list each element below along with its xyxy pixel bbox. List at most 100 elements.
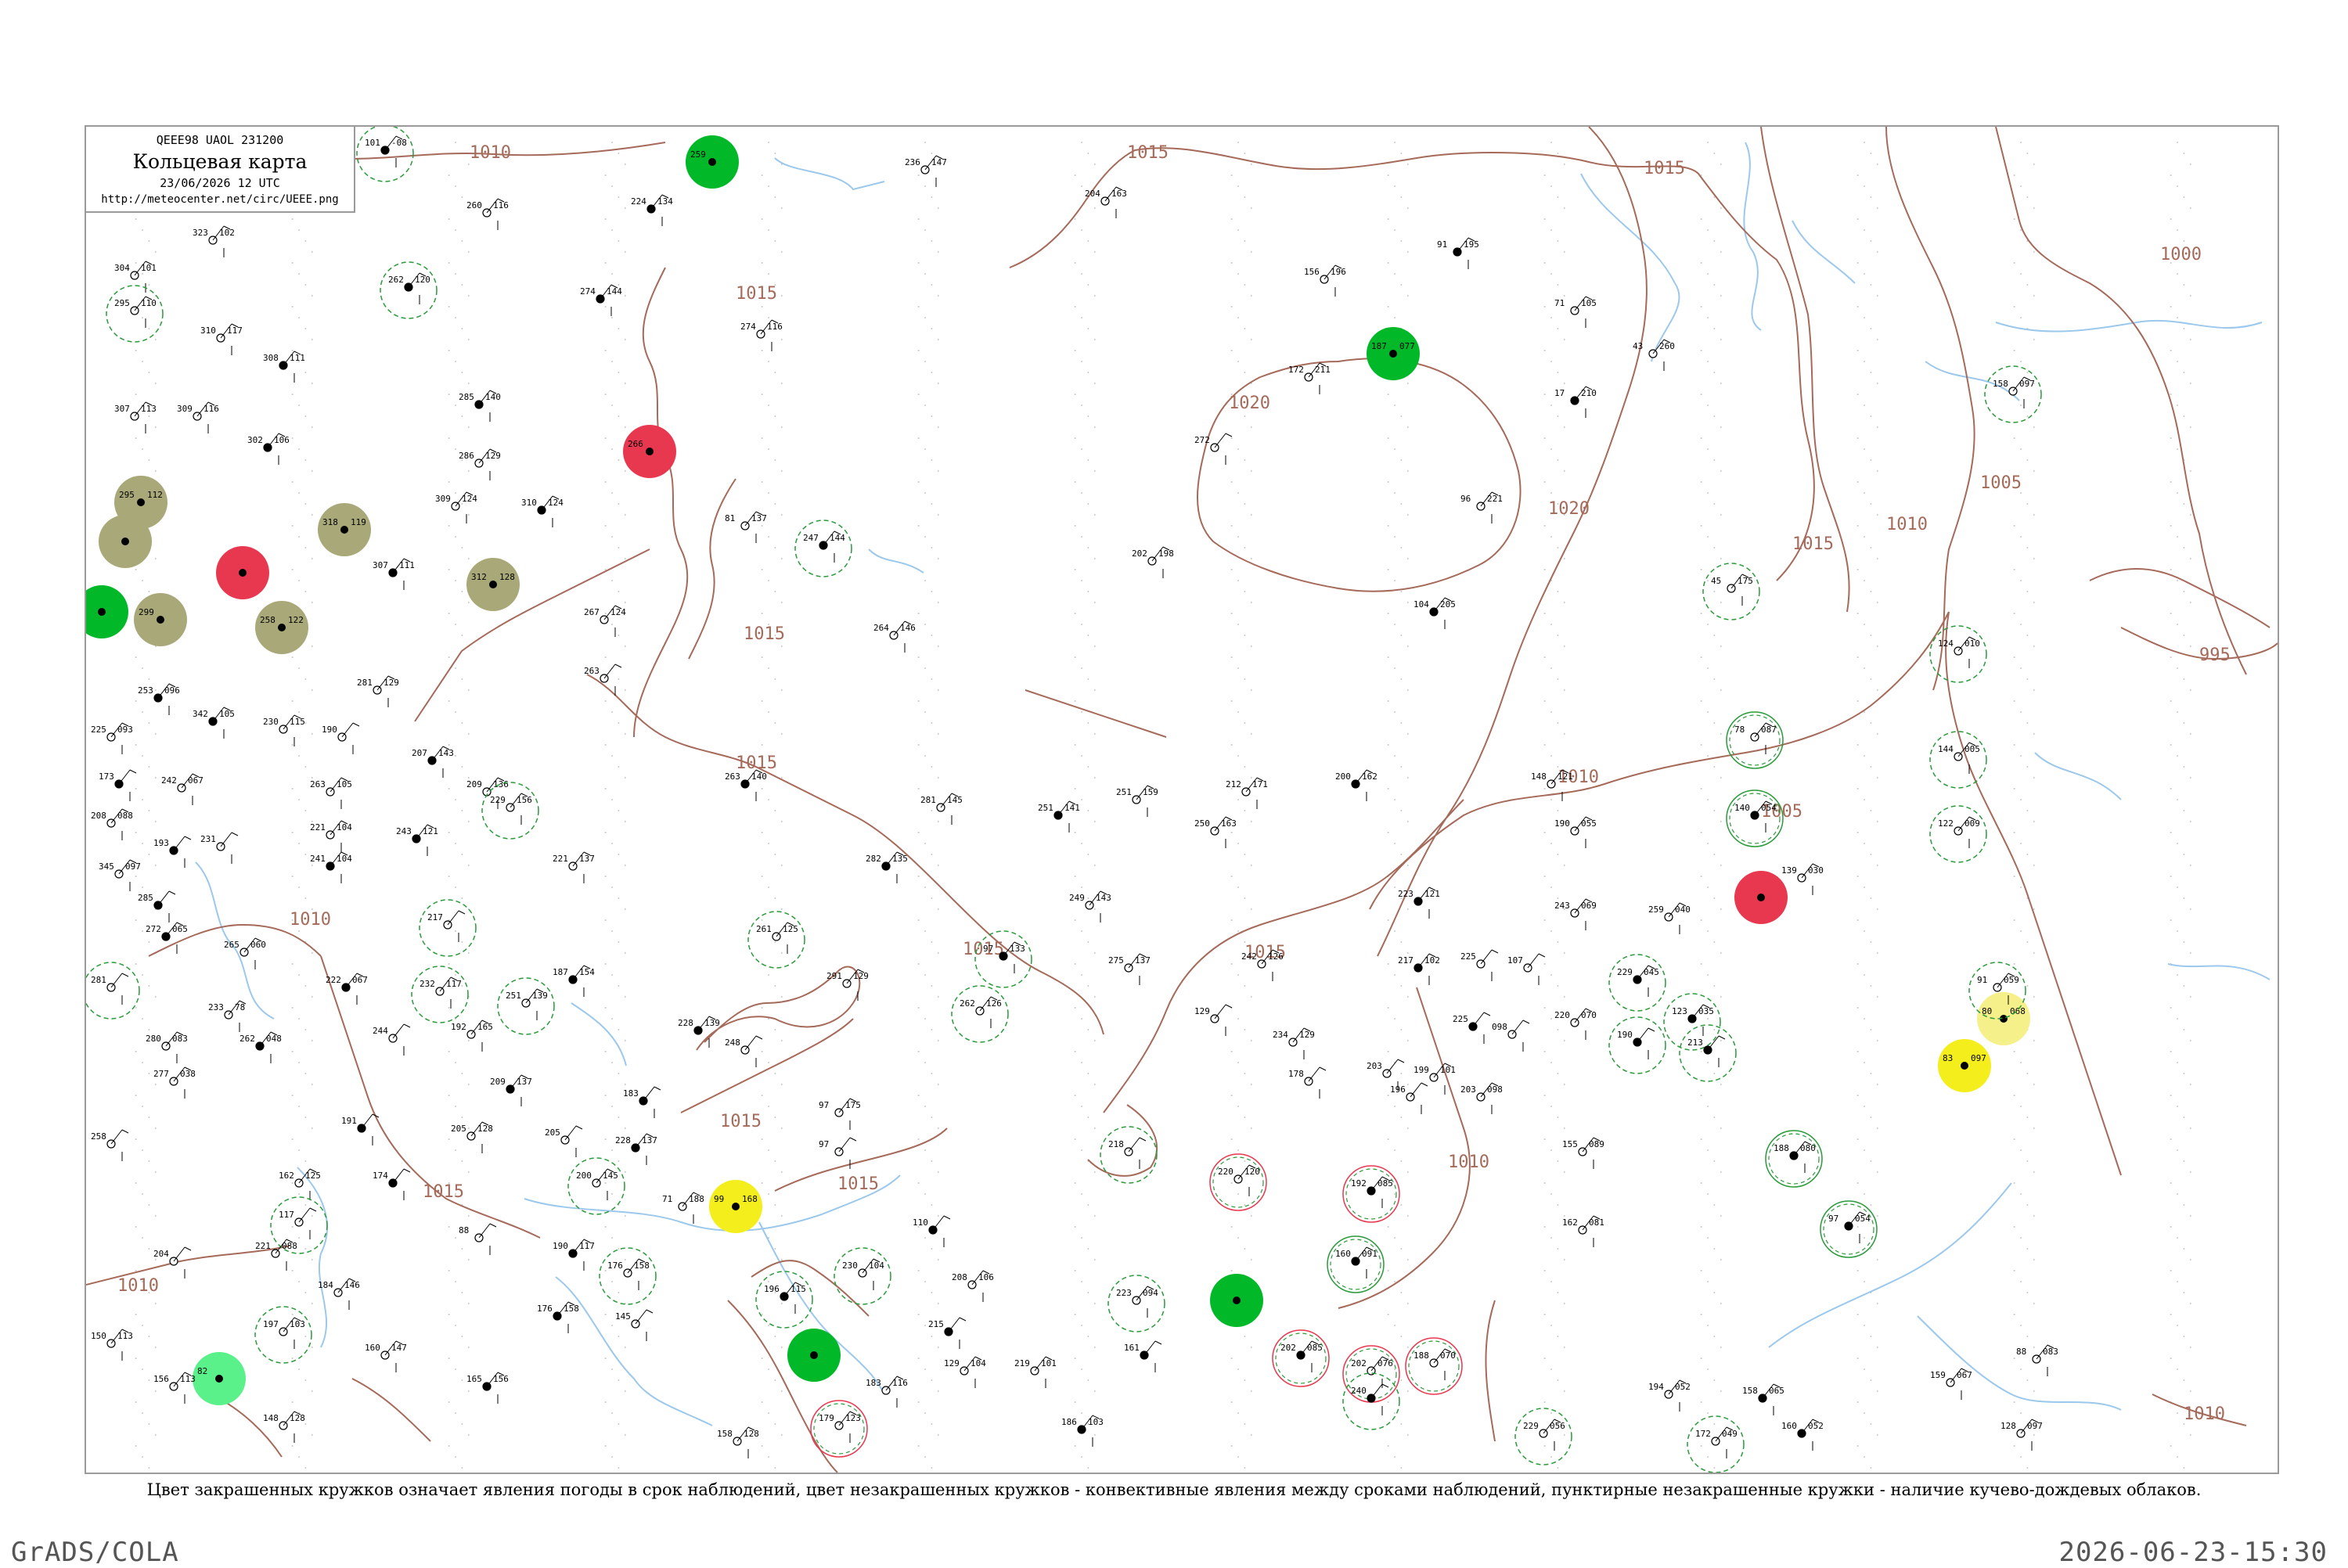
station-plot[interactable]: 277 038 bbox=[153, 1066, 196, 1099]
station-plot[interactable]: 188 080 bbox=[1765, 1130, 1823, 1188]
filled-station-thunder[interactable] bbox=[216, 546, 269, 599]
station-plot[interactable]: 107 bbox=[1507, 953, 1546, 985]
station-plot[interactable]: 218 bbox=[1100, 1126, 1158, 1184]
station-plot[interactable]: 345 097 bbox=[99, 859, 141, 891]
station-plot[interactable]: 275 137 bbox=[1108, 953, 1151, 985]
station-plot[interactable]: 310 124 bbox=[521, 495, 564, 527]
station-plot[interactable]: 259 040 bbox=[1648, 902, 1691, 934]
station-plot[interactable]: 274 144 bbox=[580, 284, 622, 316]
station-plot[interactable]: 225 bbox=[1460, 949, 1499, 981]
station-plot[interactable]: 309 124 bbox=[435, 491, 477, 523]
station-plot[interactable]: 274 116 bbox=[740, 319, 783, 351]
station-plot[interactable]: 251 141 bbox=[1038, 800, 1080, 833]
station-plot[interactable]: 156 113 bbox=[153, 1372, 196, 1404]
station-plot[interactable]: 264 146 bbox=[873, 620, 916, 653]
station-plot[interactable]: 258 bbox=[91, 1129, 129, 1161]
station-plot[interactable]: 232 117 bbox=[411, 966, 469, 1023]
filled-station-rain[interactable] bbox=[86, 585, 128, 638]
station-plot[interactable]: 205 128 bbox=[451, 1121, 493, 1153]
filled-station-thunder[interactable]: 266 bbox=[623, 425, 676, 478]
station-plot[interactable]: 196 115 bbox=[755, 1271, 813, 1329]
station-plot[interactable]: 204 163 bbox=[1085, 186, 1127, 218]
station-plot[interactable]: 262 126 bbox=[951, 985, 1009, 1043]
station-plot[interactable]: 145 bbox=[615, 1309, 654, 1341]
filled-station-drizzle[interactable]: 258 122 bbox=[255, 601, 308, 654]
station-plot[interactable]: 96 221 bbox=[1460, 491, 1503, 523]
station-plot[interactable]: 224 134 bbox=[631, 194, 673, 226]
station-plot[interactable]: 221 137 bbox=[553, 851, 595, 883]
station-plot[interactable]: 155 089 bbox=[1562, 1137, 1604, 1169]
station-plot[interactable]: 220 070 bbox=[1554, 1008, 1597, 1040]
station-plot[interactable]: 209 137 bbox=[490, 1074, 532, 1106]
station-plot[interactable]: 122 009 bbox=[1929, 805, 1987, 863]
station-plot[interactable]: 162 125 bbox=[279, 1168, 321, 1200]
station-plot[interactable]: 228 137 bbox=[615, 1133, 657, 1165]
station-plot[interactable]: 71 105 bbox=[1554, 296, 1597, 328]
station-plot[interactable]: 229 045 bbox=[1608, 954, 1666, 1012]
station-plot[interactable]: 233 78 bbox=[208, 1000, 247, 1032]
station-plot[interactable]: 158 128 bbox=[717, 1426, 759, 1458]
station-plot[interactable]: 291 129 bbox=[826, 969, 869, 1001]
station-plot[interactable]: 88 bbox=[459, 1223, 497, 1255]
station-plot[interactable]: 308 111 bbox=[263, 351, 305, 383]
station-plot[interactable]: 117 bbox=[270, 1196, 328, 1254]
station-plot[interactable]: 190 bbox=[1608, 1016, 1666, 1074]
filled-station-thunder[interactable] bbox=[1734, 871, 1788, 924]
map-url[interactable]: http://meteocenter.net/circ/UEEE.png bbox=[86, 193, 354, 206]
station-plot[interactable]: 220 120 bbox=[1209, 1153, 1267, 1211]
station-plot[interactable]: 250 163 bbox=[1194, 816, 1237, 848]
station-plot[interactable]: 247 144 bbox=[794, 520, 852, 577]
station-plot[interactable]: 213 bbox=[1679, 1024, 1737, 1082]
station-plot[interactable]: 183 116 bbox=[866, 1376, 908, 1408]
station-plot[interactable]: 243 069 bbox=[1554, 898, 1597, 930]
station-plot[interactable]: 200 162 bbox=[1335, 769, 1377, 801]
station-plot[interactable]: 165 156 bbox=[466, 1372, 509, 1404]
filled-station-rain[interactable]: 259 bbox=[686, 135, 739, 189]
station-plot[interactable]: 192 085 bbox=[1342, 1165, 1400, 1223]
station-plot[interactable]: 310 117 bbox=[200, 323, 243, 355]
station-plot[interactable]: 217 bbox=[419, 899, 477, 957]
station-plot[interactable]: 179 123 bbox=[810, 1400, 868, 1458]
filled-station-fog_yellow[interactable]: 83 097 bbox=[1938, 1039, 1991, 1092]
station-plot[interactable]: 144 005 bbox=[1929, 731, 1987, 789]
station-plot[interactable]: 199 101 bbox=[1413, 1063, 1456, 1095]
station-plot[interactable]: 215 bbox=[928, 1317, 967, 1349]
station-plot[interactable]: 307 113 bbox=[114, 401, 157, 433]
station-plot[interactable]: 281 145 bbox=[920, 793, 963, 825]
station-plot[interactable]: 217 102 bbox=[1398, 953, 1440, 985]
filled-station-shower[interactable]: 82 bbox=[193, 1352, 246, 1405]
station-plot[interactable]: 219 101 bbox=[1014, 1356, 1057, 1388]
station-plot[interactable]: 243 121 bbox=[396, 824, 438, 856]
station-plot[interactable]: 191 bbox=[341, 1113, 380, 1145]
station-plot[interactable]: 323 102 bbox=[193, 225, 235, 257]
station-plot[interactable]: 176 158 bbox=[537, 1301, 579, 1333]
station-plot[interactable]: 158 097 bbox=[1984, 365, 2042, 423]
station-plot[interactable]: 342 105 bbox=[193, 707, 235, 739]
station-plot[interactable]: 203 098 bbox=[1460, 1082, 1503, 1114]
station-plot[interactable]: 161 bbox=[1124, 1340, 1162, 1372]
station-plot[interactable]: 97 175 bbox=[819, 1098, 861, 1130]
station-plot[interactable]: 162 081 bbox=[1562, 1215, 1604, 1247]
station-plot[interactable]: 150 113 bbox=[91, 1329, 133, 1361]
station-plot[interactable]: 221 104 bbox=[310, 820, 352, 852]
station-plot[interactable]: 101 -08 bbox=[356, 127, 414, 182]
station-plot[interactable]: 285 bbox=[138, 890, 176, 922]
station-plot[interactable]: 286 129 bbox=[459, 448, 501, 480]
station-plot[interactable]: 17 210 bbox=[1554, 386, 1597, 418]
station-plot[interactable]: 129 bbox=[1194, 1004, 1233, 1036]
station-plot[interactable]: 225 bbox=[1453, 1012, 1491, 1044]
station-plot[interactable]: 176 158 bbox=[599, 1247, 657, 1305]
filled-station-drizzle[interactable]: 318 119 bbox=[318, 503, 371, 556]
station-plot[interactable]: 265 060 bbox=[224, 937, 266, 969]
station-plot[interactable]: 172 049 bbox=[1687, 1415, 1745, 1473]
station-plot[interactable]: 186 103 bbox=[1061, 1415, 1104, 1447]
station-plot[interactable]: 190 055 bbox=[1554, 816, 1597, 848]
filled-station-rain[interactable] bbox=[787, 1329, 841, 1382]
station-plot[interactable]: 281 bbox=[86, 962, 140, 1020]
filled-station-drizzle[interactable] bbox=[99, 515, 152, 568]
station-plot[interactable]: 78 087 bbox=[1726, 711, 1784, 769]
station-plot[interactable]: 88 083 bbox=[2016, 1344, 2058, 1376]
filled-station-fog_yellow[interactable]: 99 168 bbox=[709, 1180, 762, 1233]
station-plot[interactable]: 307 111 bbox=[373, 558, 415, 590]
station-plot[interactable]: 229 056 bbox=[1514, 1408, 1572, 1466]
